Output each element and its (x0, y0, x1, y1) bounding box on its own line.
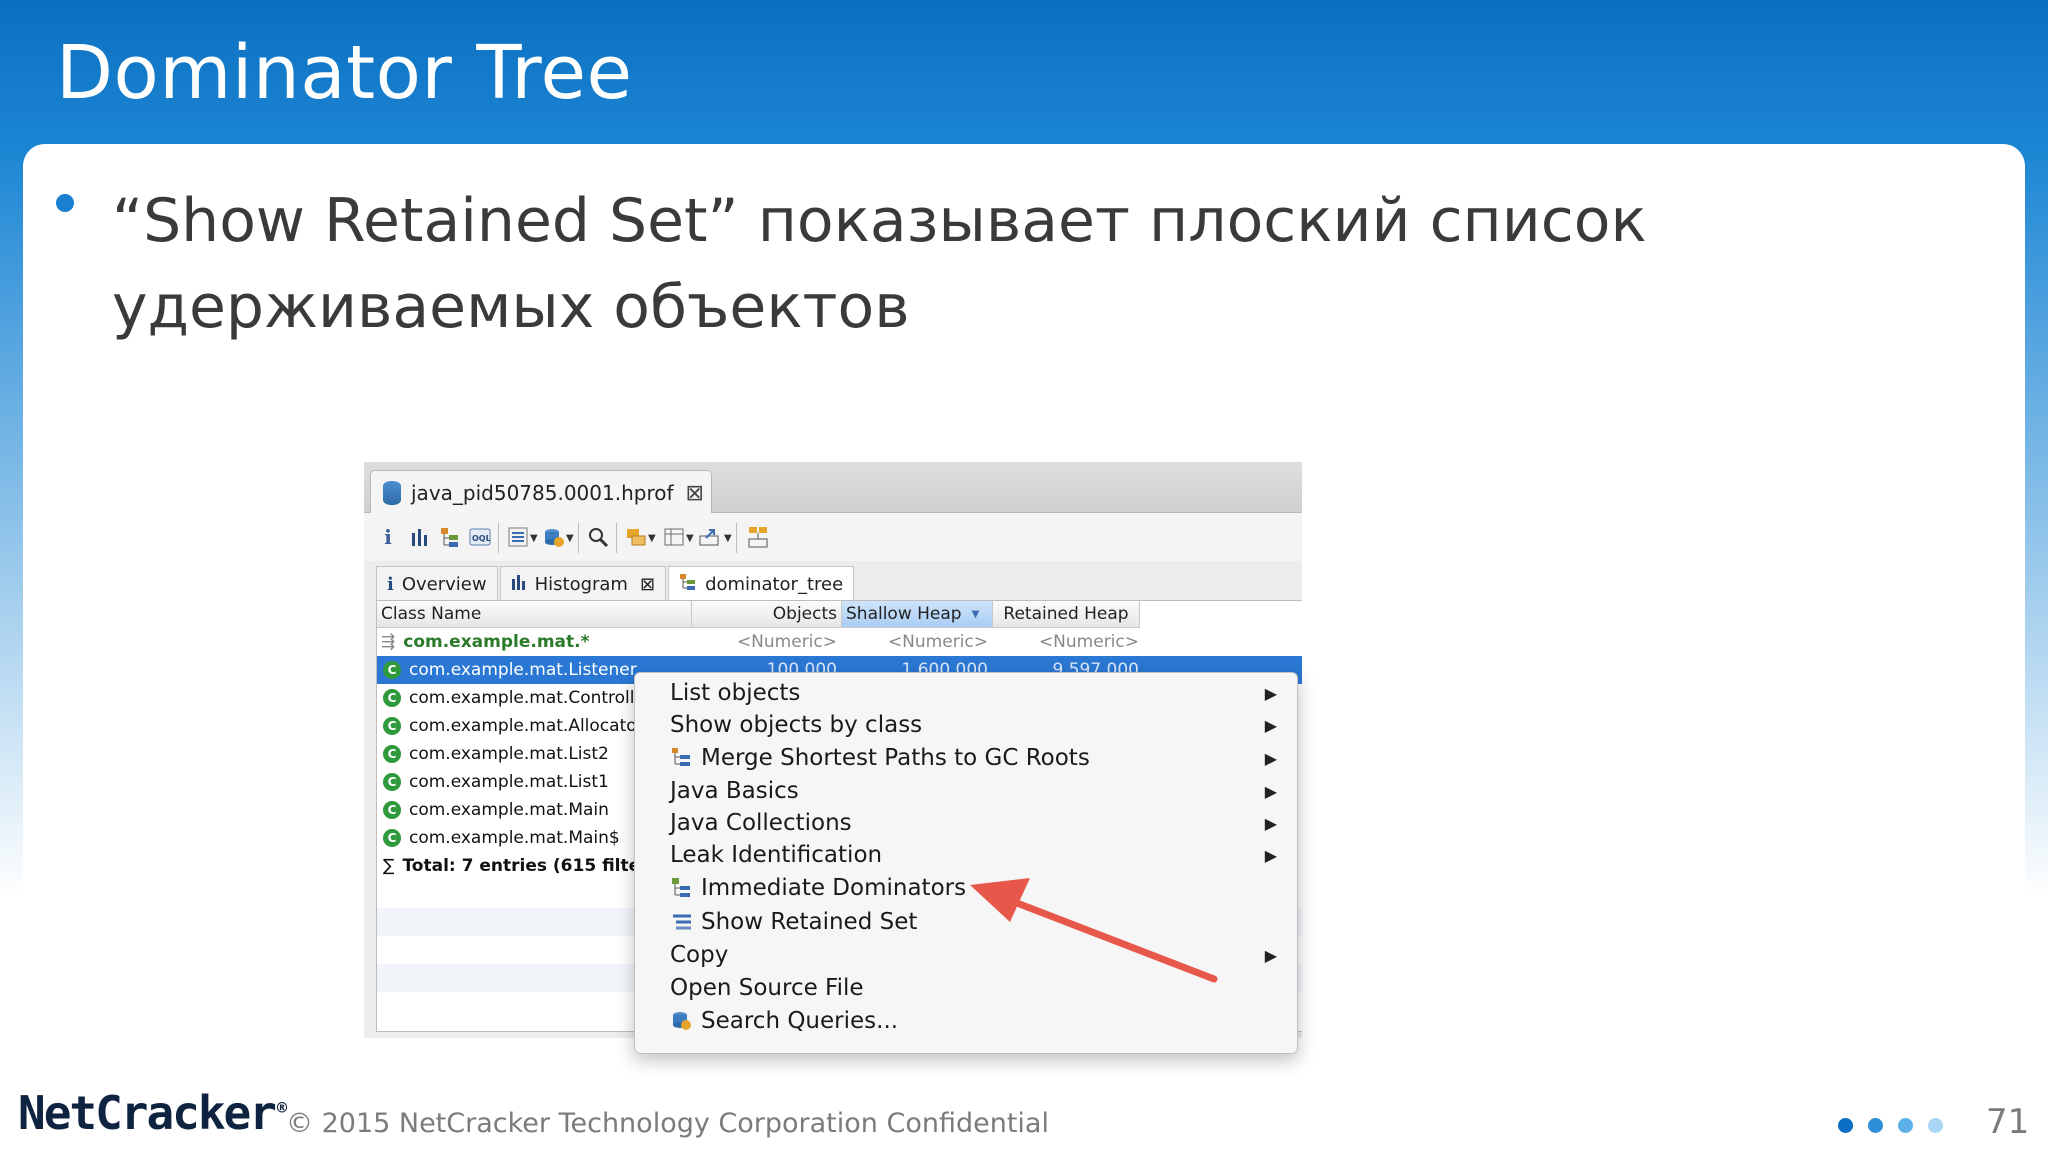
progress-dot (1838, 1118, 1853, 1133)
progress-dot (1868, 1118, 1883, 1133)
progress-dots (1838, 1118, 1958, 1133)
logo-text: NetCracker (18, 1086, 277, 1140)
page-number: 71 (1986, 1102, 2030, 1142)
copyright-text: © 2015 NetCracker Technology Corporation… (286, 1108, 1049, 1139)
progress-dot (1898, 1118, 1913, 1133)
netcracker-logo: NetCracker® (18, 1086, 289, 1140)
annotation-arrow (970, 878, 1218, 983)
progress-dot (1928, 1118, 1943, 1133)
